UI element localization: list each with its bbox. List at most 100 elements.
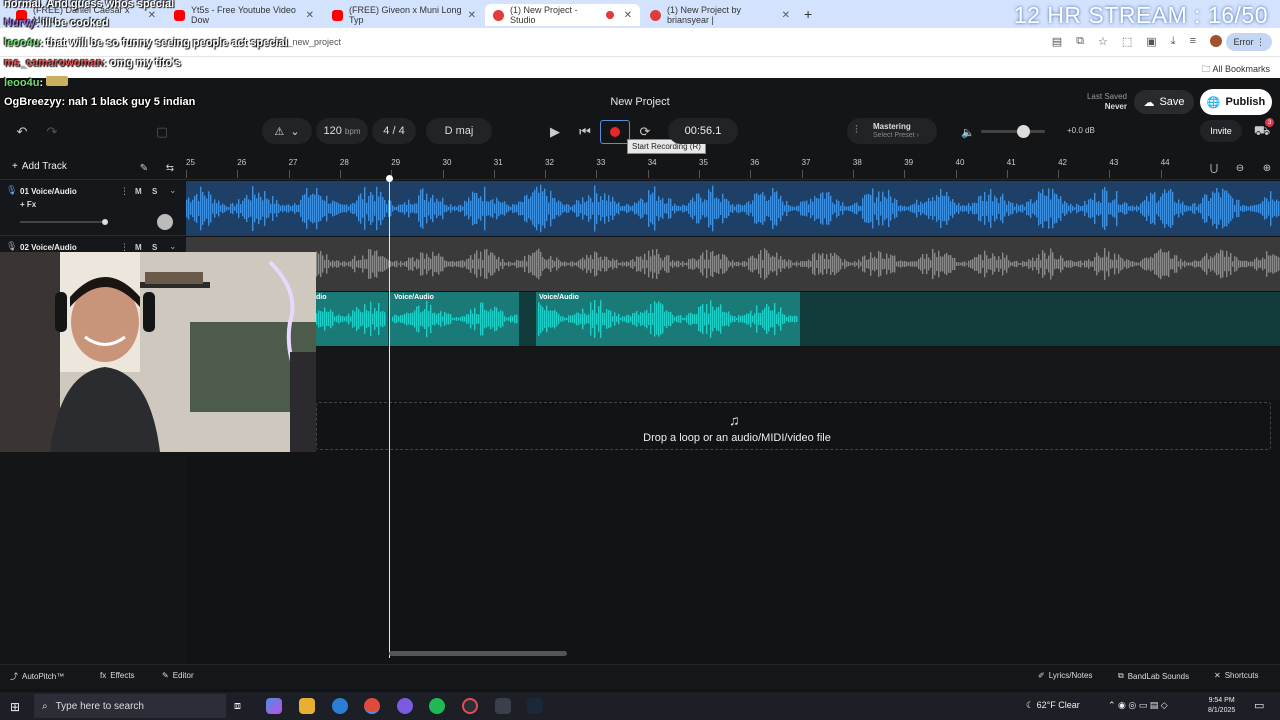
publish-button[interactable]: 🌐 Publish	[1200, 89, 1272, 115]
chat-text: :	[39, 77, 44, 89]
track-lane-4[interactable]	[186, 347, 1280, 400]
track-volume-slider[interactable]	[20, 221, 108, 223]
discord-icon[interactable]	[397, 698, 413, 714]
browser-tab-3[interactable]: (FREE) Giveon x Muni Long Typ ✕	[324, 4, 484, 26]
error-badge[interactable]: Error ⋮	[1226, 33, 1272, 51]
playhead-handle[interactable]	[386, 175, 393, 182]
pan-knob[interactable]	[157, 214, 173, 230]
mute-button[interactable]: M	[135, 187, 142, 196]
mastering-label: Mastering	[873, 122, 911, 131]
spotify-icon[interactable]	[429, 698, 445, 714]
media-icon[interactable]: ≡	[1190, 35, 1196, 48]
browser-tab-5[interactable]: (1) New Project by briansyear | ✕	[642, 4, 798, 26]
undo-icon[interactable]: ↶	[12, 122, 32, 142]
zoom-out-icon[interactable]: ⊖	[1230, 158, 1250, 178]
horizontal-scrollbar[interactable]	[389, 651, 567, 656]
editor-button[interactable]: ✎ Editor	[162, 671, 194, 680]
notification-icon[interactable]: ▭	[1254, 699, 1264, 712]
search-icon: ⌕	[42, 700, 48, 712]
bandlab-sounds-button[interactable]: ⧉ BandLab Sounds	[1118, 671, 1189, 681]
record-button[interactable]	[600, 120, 630, 144]
avatar[interactable]	[1210, 35, 1222, 47]
windows-start-icon[interactable]: ⊞	[10, 700, 20, 714]
task-view-icon[interactable]: ⧈	[234, 700, 241, 713]
ruler-bar-number: 39	[904, 158, 914, 167]
metronome-button[interactable]: ⚠ ⌄	[262, 118, 312, 144]
close-icon[interactable]: ✕	[782, 10, 790, 21]
microphone-icon: 🎙	[6, 241, 18, 251]
file-explorer-icon[interactable]	[299, 698, 315, 714]
ruler-tick	[852, 170, 854, 178]
save-button[interactable]: ☁ Save	[1134, 90, 1194, 114]
shortcuts-button[interactable]: ✕ Shortcuts	[1214, 671, 1259, 680]
mastering-button[interactable]: ⫶ Mastering Select Preset ›	[847, 118, 937, 144]
taskbar-clock[interactable]: 9:54 PM 8/1/2025	[1208, 696, 1235, 716]
stream-title-overlay: 12 HR STREAM : 16/50	[1013, 2, 1268, 28]
close-icon[interactable]: ✕	[148, 10, 156, 21]
track-header-1[interactable]: 🎙 01 Voice/Audio ⋮ M S ⌄ + Fx	[0, 180, 186, 236]
close-icon[interactable]: ✕	[624, 10, 632, 21]
browser-tab-4[interactable]: (1) New Project - Studio ✕	[485, 4, 640, 26]
mute-button[interactable]: M	[135, 243, 142, 252]
steam-icon[interactable]	[527, 698, 543, 714]
key-field[interactable]: D maj	[426, 118, 492, 144]
bandlab-app-icon[interactable]	[462, 698, 478, 714]
chevron-down-icon[interactable]: ⌄	[169, 241, 177, 252]
app-icon[interactable]	[495, 698, 511, 714]
reading-mode-icon[interactable]: ▤	[1052, 35, 1062, 48]
track-lane-2[interactable]	[186, 237, 1280, 291]
mute-speaker-icon[interactable]: 🔈	[958, 122, 978, 142]
lyrics-notes-button[interactable]: ✐ Lyrics/Notes	[1038, 671, 1092, 680]
chat-text: : ill be cooked	[35, 17, 109, 29]
time-signature-field[interactable]: 4 / 4	[372, 118, 416, 144]
track-lane-3[interactable]	[186, 292, 1280, 346]
system-tray-icons[interactable]: ⌃ ◉ ◎ ▭ ▤ ◇	[1108, 700, 1168, 711]
effects-label: Effects	[110, 671, 135, 680]
track-lane-1[interactable]	[186, 181, 1280, 236]
taskbar-search-input[interactable]: ⌕ Type here to search	[34, 694, 226, 718]
url-text[interactable]: ry_new_project	[280, 37, 341, 47]
all-bookmarks-button[interactable]: 🗀 All Bookmarks	[1201, 62, 1270, 78]
new-tab-icon[interactable]: +	[804, 6, 812, 22]
tab-search-icon[interactable]: ▣	[1146, 35, 1156, 48]
chevron-down-icon[interactable]: ⌄	[169, 185, 177, 196]
sounds-icon: ⧉	[1118, 671, 1124, 680]
ruler-tick	[750, 170, 752, 178]
star-icon[interactable]: ☆	[1098, 35, 1108, 48]
autopitch-button[interactable]: ⤴ AutoPitch™	[10, 671, 64, 682]
close-icon[interactable]: ✕	[468, 10, 476, 21]
browser-tab-2[interactable]: Yt5s - Free Youtube Video Dow ✕	[166, 4, 322, 26]
extensions-icon[interactable]: ⬚	[1122, 35, 1132, 48]
add-track-button[interactable]: + Add Track	[12, 161, 67, 172]
weather-widget[interactable]: ☾ 62°F Clear	[1026, 700, 1080, 711]
zoom-in-icon[interactable]: ⊕	[1257, 158, 1277, 178]
ruler-tick	[955, 170, 957, 178]
close-icon[interactable]: ✕	[306, 10, 314, 21]
copilot-icon[interactable]	[266, 698, 282, 714]
cast-icon[interactable]: ⧉	[1076, 35, 1084, 48]
loop-icon[interactable]: ⟳	[635, 122, 655, 142]
pencil-icon[interactable]: ✎	[134, 158, 154, 178]
effects-button[interactable]: fx Effects	[100, 671, 135, 680]
video-icon[interactable]: ▢	[152, 122, 172, 142]
chat-user: ms_camarowoman	[4, 57, 104, 69]
skip-back-icon[interactable]: ⏮	[575, 122, 595, 142]
redo-icon[interactable]: ↷	[42, 122, 62, 142]
play-icon[interactable]: ▶	[545, 122, 565, 142]
master-volume-knob[interactable]	[1017, 125, 1030, 138]
ruler-bar-number: 28	[339, 158, 349, 167]
chrome-icon[interactable]	[364, 698, 380, 714]
invite-button[interactable]: Invite	[1200, 120, 1242, 142]
edge-icon[interactable]	[332, 698, 348, 714]
magnet-icon[interactable]: ⋃	[1204, 158, 1224, 178]
track-volume-knob[interactable]	[102, 219, 108, 225]
filter-icon[interactable]: ⇆	[160, 158, 180, 178]
tempo-field[interactable]: 120 bpm	[316, 118, 368, 144]
solo-button[interactable]: S	[152, 243, 157, 252]
solo-button[interactable]: S	[152, 187, 157, 196]
add-fx-button[interactable]: + Fx	[20, 200, 36, 209]
download-icon[interactable]: ⤓	[1171, 35, 1176, 48]
more-options-icon[interactable]: ⋮	[120, 186, 129, 197]
playhead[interactable]	[389, 178, 390, 658]
master-volume-slider[interactable]	[981, 130, 1045, 133]
